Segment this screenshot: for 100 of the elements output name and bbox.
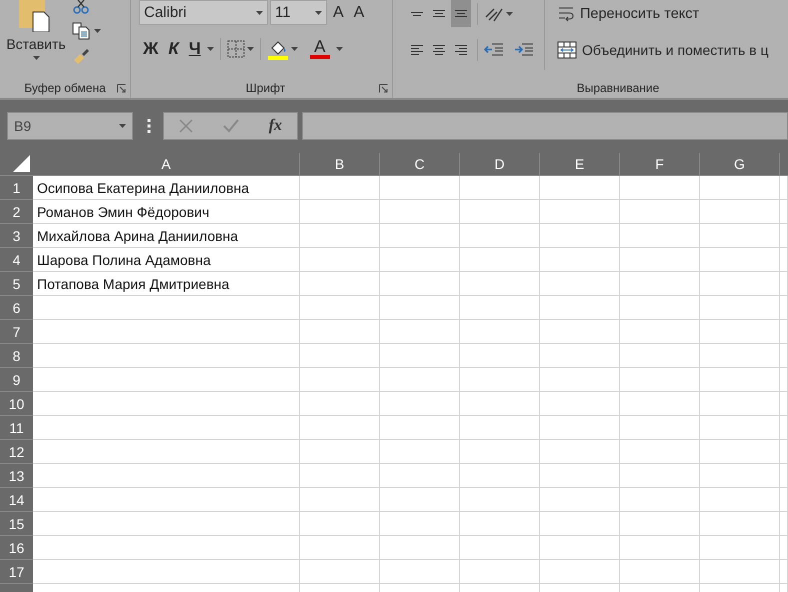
table-cell[interactable] (540, 560, 620, 584)
table-cell[interactable] (780, 176, 788, 200)
table-cell[interactable] (780, 248, 788, 272)
caret-icon[interactable] (506, 12, 513, 16)
increase-indent-icon[interactable] (514, 41, 534, 58)
table-cell[interactable] (300, 368, 380, 392)
table-cell[interactable] (700, 416, 780, 440)
table-cell[interactable] (380, 464, 460, 488)
table-cell[interactable] (540, 512, 620, 536)
scissors-icon[interactable] (72, 0, 90, 14)
font-size-field[interactable]: 11 (270, 0, 327, 25)
table-cell[interactable] (380, 224, 460, 248)
table-cell[interactable] (780, 536, 788, 560)
table-cell[interactable] (620, 464, 700, 488)
table-cell[interactable] (780, 560, 788, 584)
table-cell[interactable] (300, 488, 380, 512)
column-header[interactable]: G (700, 153, 780, 176)
table-cell[interactable] (540, 200, 620, 224)
table-cell[interactable] (33, 488, 300, 512)
table-cell[interactable] (460, 176, 540, 200)
table-cell[interactable] (780, 200, 788, 224)
table-cell[interactable]: Осипова Екатерина Данииловна (33, 176, 300, 200)
table-cell[interactable] (540, 440, 620, 464)
table-cell[interactable] (540, 248, 620, 272)
table-cell[interactable] (700, 344, 780, 368)
table-cell[interactable] (540, 320, 620, 344)
table-cell[interactable] (300, 320, 380, 344)
table-cell[interactable] (700, 464, 780, 488)
table-cell[interactable] (700, 224, 780, 248)
table-cell[interactable] (700, 200, 780, 224)
table-cell[interactable]: Михайлова Арина Данииловна (33, 224, 300, 248)
select-all-icon[interactable] (13, 155, 30, 172)
table-cell[interactable] (540, 488, 620, 512)
table-cell[interactable] (380, 200, 460, 224)
caret-icon[interactable] (32, 56, 40, 60)
italic-button[interactable]: К (164, 37, 183, 61)
table-cell[interactable] (380, 512, 460, 536)
column-header[interactable]: E (540, 153, 620, 176)
formula-input[interactable] (302, 112, 788, 140)
table-cell[interactable] (300, 248, 380, 272)
table-cell[interactable] (380, 344, 460, 368)
table-cell[interactable] (33, 536, 300, 560)
table-cell[interactable] (33, 320, 300, 344)
table-cell[interactable] (460, 416, 540, 440)
table-cell[interactable] (300, 344, 380, 368)
borders-icon[interactable] (226, 40, 245, 58)
table-cell[interactable] (380, 488, 460, 512)
checkmark-icon[interactable] (222, 119, 239, 133)
table-cell[interactable] (620, 200, 700, 224)
table-cell[interactable] (780, 392, 788, 416)
table-cell[interactable] (780, 464, 788, 488)
table-cell[interactable] (460, 344, 540, 368)
table-cell[interactable] (460, 320, 540, 344)
table-cell[interactable] (700, 440, 780, 464)
table-cell[interactable] (620, 488, 700, 512)
table-cell[interactable] (33, 440, 300, 464)
table-cell[interactable] (700, 176, 780, 200)
format-painter-icon[interactable] (72, 48, 90, 66)
underline-button[interactable]: Ч (184, 37, 205, 61)
table-cell[interactable] (380, 368, 460, 392)
table-cell[interactable] (300, 272, 380, 296)
dialog-launcher-icon[interactable] (117, 84, 126, 93)
cancel-icon[interactable] (178, 119, 193, 133)
table-cell[interactable] (300, 224, 380, 248)
table-cell[interactable] (620, 416, 700, 440)
table-cell[interactable] (300, 536, 380, 560)
wrap-text-button[interactable]: Переносить текст (555, 0, 770, 27)
table-cell[interactable] (300, 416, 380, 440)
table-cell[interactable] (620, 512, 700, 536)
table-cell[interactable] (620, 440, 700, 464)
name-box[interactable]: B9 (7, 112, 133, 140)
table-cell[interactable] (540, 296, 620, 320)
bold-button[interactable]: Ж (139, 37, 162, 61)
table-cell[interactable] (380, 320, 460, 344)
table-cell[interactable] (380, 536, 460, 560)
table-cell[interactable] (460, 224, 540, 248)
table-cell[interactable] (780, 368, 788, 392)
table-cell[interactable] (460, 512, 540, 536)
table-cell[interactable] (700, 536, 780, 560)
table-cell[interactable] (460, 488, 540, 512)
table-cell[interactable] (620, 392, 700, 416)
table-cell[interactable] (460, 560, 540, 584)
font-color-button[interactable]: A (306, 37, 334, 61)
table-cell[interactable] (700, 248, 780, 272)
table-cell[interactable] (33, 368, 300, 392)
column-header[interactable]: A (33, 153, 300, 176)
table-cell[interactable] (540, 368, 620, 392)
table-cell[interactable] (300, 512, 380, 536)
table-cell[interactable] (460, 248, 540, 272)
font-name-field[interactable]: Calibri (139, 0, 268, 25)
table-cell[interactable] (33, 560, 300, 584)
column-header[interactable]: D (460, 153, 540, 176)
table-cell[interactable] (700, 392, 780, 416)
table-cell[interactable] (620, 224, 700, 248)
table-cell[interactable] (460, 536, 540, 560)
table-cell[interactable] (33, 416, 300, 440)
decrease-indent-icon[interactable] (484, 41, 504, 58)
table-cell[interactable] (780, 296, 788, 320)
table-cell[interactable] (700, 320, 780, 344)
insert-function-button[interactable]: fx (268, 117, 282, 135)
